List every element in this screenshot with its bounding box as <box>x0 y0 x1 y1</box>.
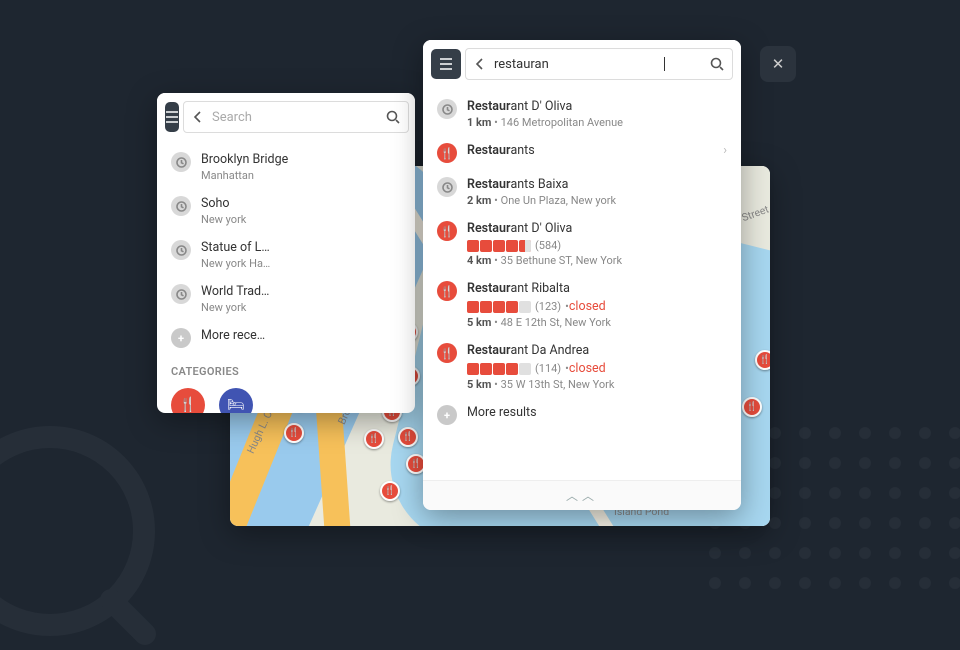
star-rating <box>467 301 531 313</box>
item-title: World Trad… <box>201 284 269 299</box>
recent-item[interactable]: Brooklyn Bridge Manhattan <box>169 145 403 189</box>
star-rating <box>467 363 531 375</box>
cat-hotel[interactable]: 🛏Ho… <box>219 388 253 413</box>
result-item[interactable]: Restaurant D' Oliva 1 km • 146 Metropolit… <box>435 92 729 136</box>
item-title: Statue of L… <box>201 240 270 255</box>
result-title: Restaurant Da Andrea <box>467 343 727 358</box>
map-label: Street <box>740 203 770 225</box>
history-icon <box>171 152 191 172</box>
map-poi-icon[interactable]: 🍴 <box>398 427 418 447</box>
hotel-icon: 🛏 <box>219 388 253 413</box>
result-title: Restaurant D' Oliva <box>467 221 727 236</box>
item-sub: Manhattan <box>201 169 288 182</box>
fork-knife-icon: 🍴 <box>171 388 205 413</box>
chevron-right-icon: › <box>723 143 727 158</box>
back-icon[interactable] <box>474 58 486 70</box>
bg-search-glyph <box>0 426 155 636</box>
rating-count: (123) <box>535 300 561 313</box>
menu-button[interactable] <box>431 49 461 79</box>
map-poi-icon[interactable]: 🍴 <box>755 350 770 370</box>
plus-icon: + <box>171 328 191 348</box>
result-item[interactable]: 🍴 Restaurant Ribalta(123) • closed5 km •… <box>435 274 729 336</box>
closed-tag: closed <box>569 361 606 376</box>
item-title: Brooklyn Bridge <box>201 152 288 167</box>
item-sub: New york <box>201 301 269 314</box>
back-icon[interactable] <box>192 111 204 123</box>
item-title: Soho <box>201 196 246 211</box>
result-title: Restaurants <box>467 143 713 158</box>
more-recent[interactable]: + More rece… <box>169 321 403 355</box>
result-sub: 5 km • 35 W 13th St, New York <box>467 378 727 391</box>
search-input[interactable] <box>212 110 378 125</box>
result-sub: 4 km • 35 Bethune ST, New York <box>467 254 727 267</box>
collapse-handle[interactable]: ︿︿ <box>423 480 741 510</box>
fork-knife-icon: 🍴 <box>437 343 457 363</box>
fork-knife-icon: 🍴 <box>437 221 457 241</box>
text-caret <box>664 57 665 71</box>
result-title: Restaurant D' Oliva <box>467 99 727 114</box>
result-item[interactable]: Restaurants Baixa 2 km • One Un Plaza, Ne… <box>435 170 729 214</box>
history-icon <box>437 99 457 119</box>
history-icon <box>437 177 457 197</box>
history-icon <box>171 240 191 260</box>
more-label: More results <box>467 405 537 420</box>
more-label: More rece… <box>201 328 265 343</box>
item-sub: New york Ha… <box>201 257 270 270</box>
result-sub: 2 km • One Un Plaza, New york <box>467 194 727 207</box>
result-item[interactable]: 🍴 Restaurant Da Andrea(114) • closed5 km… <box>435 336 729 398</box>
fork-knife-icon: 🍴 <box>437 143 457 163</box>
result-sub: 5 km • 48 E 12th St, New York <box>467 316 727 329</box>
results-panel: Restaurant D' Oliva 1 km • 146 Metropolit… <box>423 40 741 510</box>
star-rating <box>467 240 531 252</box>
search-icon[interactable] <box>386 110 400 124</box>
cat-food[interactable]: 🍴Food <box>171 388 205 413</box>
menu-button[interactable] <box>165 102 179 132</box>
result-item[interactable]: 🍴 Restaurants › <box>435 136 729 170</box>
more-results[interactable]: + More results <box>435 398 729 432</box>
result-sub: 1 km • 146 Metropolitan Avenue <box>467 116 727 129</box>
recent-item[interactable]: Statue of L… New york Ha… <box>169 233 403 277</box>
plus-icon: + <box>437 405 457 425</box>
close-button[interactable]: ✕ <box>760 46 796 82</box>
search-field[interactable] <box>465 48 733 80</box>
result-item[interactable]: 🍴 Restaurant D' Oliva (584) 4 km • 35 Beth… <box>435 214 729 274</box>
closed-tag: closed <box>569 299 606 314</box>
map-poi-icon[interactable]: 🍴 <box>364 429 384 449</box>
history-icon <box>171 284 191 304</box>
result-title: Restaurants Baixa <box>467 177 727 192</box>
map-poi-icon[interactable]: 🍴 <box>284 423 304 443</box>
rating-count: (584) <box>535 239 561 252</box>
search-icon[interactable] <box>710 57 724 71</box>
fork-knife-icon: 🍴 <box>437 281 457 301</box>
history-icon <box>171 196 191 216</box>
map-poi-icon[interactable]: 🍴 <box>380 481 400 501</box>
rating-count: (114) <box>535 362 561 375</box>
recent-item[interactable]: World Trad… New york <box>169 277 403 321</box>
search-field[interactable] <box>183 101 409 133</box>
categories-heading: CATEGORIES <box>169 355 403 384</box>
search-input[interactable] <box>494 57 660 72</box>
recent-item[interactable]: Soho New york <box>169 189 403 233</box>
result-title: Restaurant Ribalta <box>467 281 727 296</box>
item-sub: New york <box>201 213 246 226</box>
recent-panel: Brooklyn Bridge Manhattan Soho New york … <box>157 93 415 413</box>
map-poi-icon[interactable]: 🍴 <box>742 397 762 417</box>
